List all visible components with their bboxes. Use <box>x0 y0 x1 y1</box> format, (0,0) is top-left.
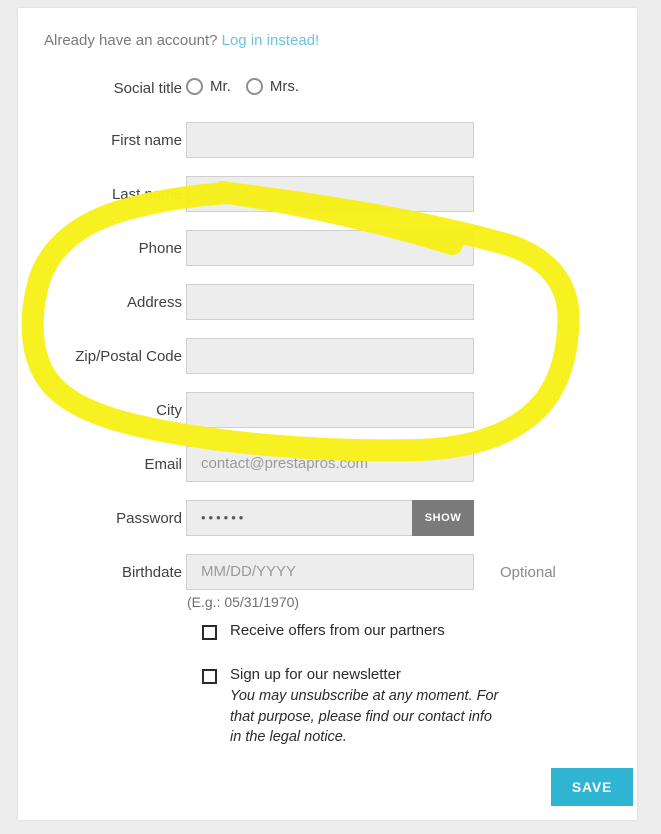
save-button[interactable]: SAVE <box>551 768 633 806</box>
birthdate-input[interactable]: MM/DD/YYYY <box>186 554 474 590</box>
city-input[interactable] <box>186 392 474 428</box>
email-label: Email <box>144 456 182 473</box>
first-name-input[interactable] <box>186 122 474 158</box>
last-name-input[interactable] <box>186 176 474 212</box>
email-input[interactable]: contact@prestapros.com <box>186 446 474 482</box>
password-label: Password <box>116 510 182 527</box>
email-input-value: contact@prestapros.com <box>201 455 368 472</box>
registration-card: Already have an account? Log in instead!… <box>18 8 637 820</box>
radio-mr-label: Mr. <box>210 78 231 95</box>
signup-page: Already have an account? Log in instead!… <box>0 0 661 834</box>
birthdate-optional-tag: Optional <box>500 564 556 581</box>
social-title-radio-group: Mr. Mrs. <box>186 78 307 95</box>
first-name-label: First name <box>111 132 182 149</box>
zip-input[interactable] <box>186 338 474 374</box>
show-password-button[interactable]: SHOW <box>412 500 474 536</box>
phone-label: Phone <box>138 240 182 257</box>
phone-input[interactable] <box>186 230 474 266</box>
address-input[interactable] <box>186 284 474 320</box>
password-masked-value: •••••• <box>201 510 247 525</box>
account-prompt-text: Already have an account? <box>44 32 218 49</box>
city-label: City <box>156 402 182 419</box>
radio-mrs-label: Mrs. <box>269 78 300 95</box>
newsletter-unsubscribe-note: You may unsubscribe at any moment. For t… <box>230 688 499 746</box>
birthdate-label: Birthdate <box>121 564 182 581</box>
newsletter-checkbox-label: Sign up for our newsletter <box>230 666 401 683</box>
zip-label: Zip/Postal Code <box>75 348 182 365</box>
partners-checkbox[interactable] <box>202 625 217 640</box>
newsletter-checkbox[interactable] <box>202 669 217 684</box>
last-name-label: Last name <box>111 186 182 203</box>
birthdate-hint: (E.g.: 05/31/1970) <box>187 594 300 610</box>
partners-checkbox-label: Receive offers from our partners <box>230 622 445 639</box>
address-label: Address <box>126 294 182 311</box>
radio-mrs[interactable] <box>245 78 263 95</box>
password-input[interactable]: •••••• SHOW <box>186 500 474 536</box>
radio-mr[interactable] <box>186 78 203 95</box>
account-prompt: Already have an account? Log in instead! <box>44 32 319 49</box>
login-instead-link[interactable]: Log in instead! <box>222 32 320 49</box>
birthdate-placeholder: MM/DD/YYYY <box>201 563 297 580</box>
social-title-label: Social title <box>113 80 182 97</box>
